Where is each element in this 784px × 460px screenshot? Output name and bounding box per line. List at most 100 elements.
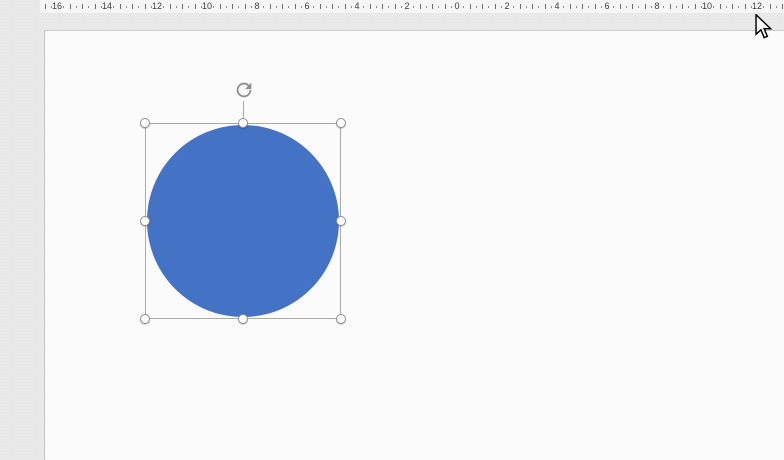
ruler-dot <box>163 6 165 8</box>
app-window: 16 14 12 10 8 6 4 2 0 2 4 6 8 10 12 <box>0 0 784 460</box>
ruler-dot <box>75 6 77 8</box>
horizontal-ruler: 16 14 12 10 8 6 4 2 0 2 4 6 8 10 12 <box>40 0 784 13</box>
ruler-tick <box>594 4 596 9</box>
ruler-tick <box>332 4 333 9</box>
ruler-tick <box>644 4 646 9</box>
ruler-dot <box>413 6 415 8</box>
ruler-dot <box>213 6 215 8</box>
ruler-tick <box>219 4 221 9</box>
ruler-tick <box>169 4 171 9</box>
ruler-tick <box>244 4 246 9</box>
ruler-tick <box>294 4 296 9</box>
ruler-tick <box>94 4 96 9</box>
ruler-tick <box>432 4 433 9</box>
ruler-dot <box>538 6 540 8</box>
ruler-tick <box>732 4 733 9</box>
ruler-dot <box>575 6 577 8</box>
ruler-tick <box>269 4 271 9</box>
ruler-tick <box>419 4 421 9</box>
ruler-dot <box>388 6 390 8</box>
ruler-tick <box>232 4 233 9</box>
resize-handle-top-center[interactable] <box>238 118 248 128</box>
ruler-dot <box>613 6 615 8</box>
ruler-tick <box>544 4 546 9</box>
ruler-tick <box>82 4 83 9</box>
ruler-tick <box>282 4 283 9</box>
ruler-tick <box>44 4 46 9</box>
ruler-dot <box>438 6 440 8</box>
ruler-dot <box>275 6 277 8</box>
ruler-tick <box>632 4 633 9</box>
ruler-dot <box>88 6 90 8</box>
ruler-tick <box>369 4 371 9</box>
ruler-dot <box>725 6 727 8</box>
ruler-tick <box>744 4 746 9</box>
ruler-tick <box>194 4 196 9</box>
ruler-dot <box>488 6 490 8</box>
ruler-dot <box>775 6 777 8</box>
ruler-tick <box>469 4 471 9</box>
ruler-dot <box>713 6 715 8</box>
ruler-dot <box>175 6 177 8</box>
ruler-dot <box>288 6 290 8</box>
resize-handle-bottom-center[interactable] <box>238 314 248 324</box>
ruler-tick <box>69 4 71 9</box>
resize-handle-bottom-left[interactable] <box>140 314 150 324</box>
ruler-tick <box>344 4 346 9</box>
ruler-dot <box>763 6 765 8</box>
rotate-handle-icon[interactable] <box>233 79 255 101</box>
resize-handle-top-right[interactable] <box>336 118 346 128</box>
resize-handle-middle-left[interactable] <box>140 216 150 226</box>
ruler-dot <box>525 6 527 8</box>
ruler-dot <box>313 6 315 8</box>
ruler-tick <box>569 4 571 9</box>
ruler-dot <box>188 6 190 8</box>
resize-handle-bottom-right[interactable] <box>336 314 346 324</box>
ruler-tick <box>119 4 121 9</box>
ruler-dot <box>688 6 690 8</box>
ruler-tick <box>682 4 683 9</box>
ruler-tick <box>482 4 483 9</box>
mouse-cursor <box>755 14 773 39</box>
resize-handle-top-left[interactable] <box>140 118 150 128</box>
ruler-dot <box>325 6 327 8</box>
ruler-tick <box>619 4 621 9</box>
ruler-tick <box>669 4 671 9</box>
ruler-tick <box>444 4 446 9</box>
ruler-tick <box>319 4 321 9</box>
ruler-tick <box>182 4 183 9</box>
ruler-dot <box>113 6 115 8</box>
ruler-tick <box>532 4 533 9</box>
ruler-tick <box>494 4 496 9</box>
ruler-tick <box>582 4 583 9</box>
ruler-dot <box>263 6 265 8</box>
ruler-dot <box>663 6 665 8</box>
ruler-dot <box>675 6 677 8</box>
ruler-dot <box>625 6 627 8</box>
ruler-dot <box>638 6 640 8</box>
resize-handle-middle-right[interactable] <box>336 216 346 226</box>
ruler-dot <box>563 6 565 8</box>
ruler-dot <box>588 6 590 8</box>
ruler-tick <box>382 4 383 9</box>
ruler-tick <box>132 4 133 9</box>
ruler-dot <box>238 6 240 8</box>
ruler-tick <box>769 4 771 9</box>
ruler-dot <box>363 6 365 8</box>
ruler-dot <box>475 6 477 8</box>
ruler-dot <box>138 6 140 8</box>
ruler-tick <box>519 4 521 9</box>
ruler-tick <box>694 4 696 9</box>
ruler-dot <box>738 6 740 8</box>
ruler-dot <box>463 6 465 8</box>
ruler-dot <box>63 6 65 8</box>
ruler-tick <box>719 4 721 9</box>
ruler-tick <box>144 4 146 9</box>
ruler-dot <box>513 6 515 8</box>
ruler-dot <box>425 6 427 8</box>
ruler-dot <box>125 6 127 8</box>
ellipse-shape[interactable] <box>147 125 339 317</box>
ruler-dot <box>375 6 377 8</box>
ruler-dot <box>338 6 340 8</box>
ruler-tick <box>782 4 783 9</box>
